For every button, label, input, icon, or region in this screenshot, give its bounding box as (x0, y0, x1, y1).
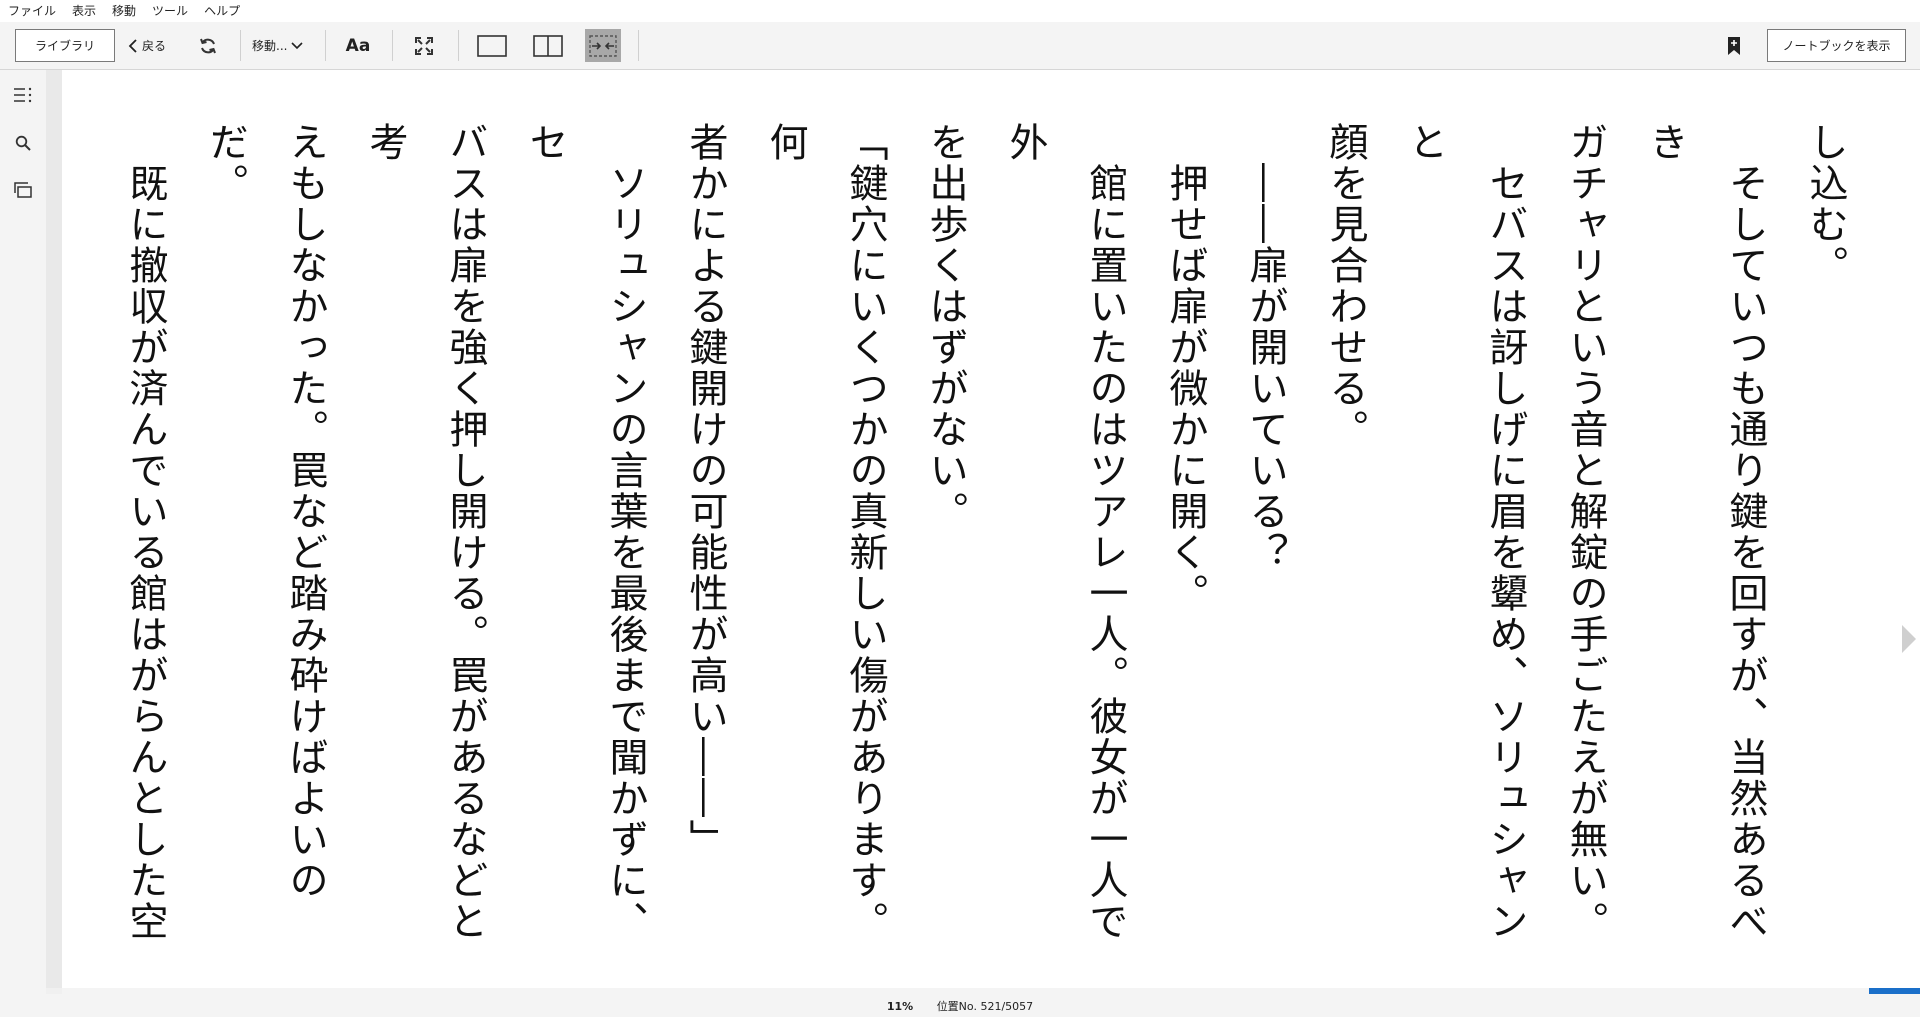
toc-icon (14, 87, 32, 103)
chevron-left-icon (128, 38, 137, 53)
fullscreen-icon (415, 36, 433, 55)
status-bar: 11% 位置No. 521/5057 (0, 994, 1920, 1017)
toc-button[interactable] (10, 82, 36, 108)
menu-bar: ファイル 表示 移動 ツール ヘルプ (0, 0, 1920, 22)
text-line: 館に置いたのはツアレ一人。彼女が一人で外 (1003, 122, 1128, 942)
menu-file[interactable]: ファイル (0, 0, 64, 22)
text-line: そしていつも通り鍵を回すが、当然あるべき (1643, 122, 1768, 942)
fit-width-button[interactable] (585, 29, 621, 62)
text-line: えもしなかった。罠など踏み砕けばよいのだ。 (203, 122, 328, 901)
two-page-button[interactable] (530, 29, 566, 62)
goto-label: 移動... (252, 39, 288, 53)
menu-view[interactable]: 表示 (64, 0, 104, 22)
text-line: 「鍵穴にいくつかの真新しい傷があります。何 (763, 122, 888, 942)
text-line: を出歩くはずがない。 (923, 122, 968, 532)
text-line: 既に撤収が済んでいる館はがらんとした空虚 (123, 163, 168, 942)
page-gutter (46, 70, 62, 988)
refresh-button[interactable] (193, 29, 223, 62)
search-button[interactable] (10, 130, 36, 156)
vertical-text-block: し込む。 そしていつも通り鍵を回すが、当然あるべき ガチャリという音と解錠の手ごた… (95, 122, 1865, 962)
back-button[interactable]: 戻る (128, 29, 166, 62)
text-line: 者かによる鍵開けの可能性が高い――」 (683, 122, 728, 860)
side-rail (0, 70, 46, 994)
status-text: 11% 位置No. 521/5057 (0, 998, 1920, 1014)
flashcards-icon (14, 182, 32, 198)
menu-tools[interactable]: ツール (144, 0, 196, 22)
toolbar: ライブラリ 戻る 移動... Aa ノートブックを表示 (0, 22, 1920, 70)
text-line: ――扉が開いている？ (1243, 122, 1288, 573)
menu-help[interactable]: ヘルプ (196, 0, 248, 22)
goto-dropdown[interactable]: 移動... (252, 29, 304, 62)
single-page-button[interactable] (474, 29, 510, 62)
library-label: ライブラリ (34, 39, 95, 53)
single-page-icon (477, 34, 507, 57)
notebook-label: ノートブックを表示 (1782, 39, 1891, 53)
text-line: し込む。 (1803, 122, 1848, 286)
text-line: 押せば扉が微かに開く。 (1163, 122, 1208, 614)
menu-go[interactable]: 移動 (104, 0, 144, 22)
text-line: 顔を見合わせる。 (1323, 122, 1368, 450)
font-label: Aa (345, 35, 371, 56)
fullscreen-button[interactable] (409, 29, 439, 62)
show-notebook-button[interactable]: ノートブックを表示 (1767, 29, 1906, 62)
chevron-down-icon (291, 41, 304, 49)
text-line: ソリュシャンの言葉を最後まで聞かずに、セ (523, 122, 648, 942)
two-page-icon (533, 34, 563, 57)
book-text: し込む。 そしていつも通り鍵を回すが、当然あるべき ガチャリという音と解錠の手ごた… (95, 122, 1865, 962)
add-bookmark-button[interactable] (1721, 29, 1747, 62)
refresh-icon (200, 38, 216, 53)
location-indicator: 位置No. 521/5057 (936, 1000, 1034, 1013)
text-line: バスは扉を強く押し開ける。罠があるなどと考 (363, 122, 488, 942)
text-line: ガチャリという音と解錠の手ごたえが無い。 (1563, 122, 1608, 942)
back-label: 戻る (142, 39, 167, 53)
progress-percent: 11% (886, 1000, 914, 1013)
bookmark-add-icon (1728, 36, 1740, 55)
next-page-icon[interactable] (1898, 621, 1920, 657)
font-settings-button[interactable]: Aa (343, 29, 373, 62)
text-line: セバスは訝しげに眉を顰め、ソリュシャンと (1403, 122, 1528, 942)
fit-width-icon (589, 34, 617, 57)
search-icon (15, 135, 31, 151)
library-button[interactable]: ライブラリ (15, 29, 115, 62)
flashcards-button[interactable] (10, 177, 36, 203)
